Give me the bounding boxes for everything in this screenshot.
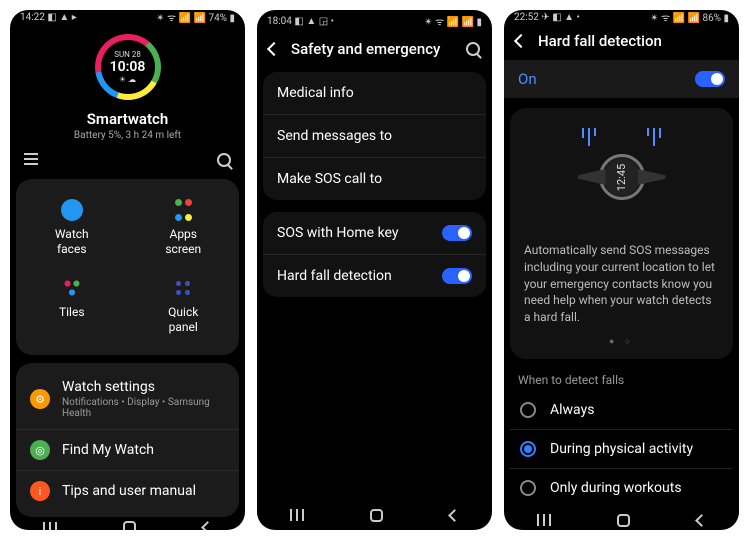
nav-recents[interactable]	[290, 509, 304, 521]
tile-watch-faces[interactable]: Watch faces	[16, 189, 128, 267]
tile-label: Quick panel	[168, 305, 198, 335]
nav-recents[interactable]	[537, 514, 551, 526]
screen-hard-fall-detection: 22:52 ✈ ◧ ▲ • ✴ ᯤ 📶 📶 86% ▮ Hard fall de…	[504, 10, 739, 530]
on-label: On	[518, 70, 695, 88]
toggle-sos-home-key[interactable]	[442, 225, 472, 241]
item-title: Tips and user manual	[62, 483, 225, 499]
toolbar	[10, 147, 245, 175]
nav-bar	[504, 511, 739, 530]
item-tips-manual[interactable]: i Tips and user manual	[16, 471, 239, 511]
radio-label: Always	[550, 402, 594, 418]
watchface-time: 10:08	[110, 59, 146, 75]
back-icon[interactable]	[514, 34, 528, 48]
nav-back[interactable]	[448, 509, 461, 522]
row-label: Make SOS call to	[277, 171, 472, 187]
nav-back[interactable]	[201, 521, 214, 530]
search-icon[interactable]	[466, 42, 480, 56]
page-title: Safety and emergency	[291, 40, 454, 58]
description-card: 12:45 Automatically send SOS messages in…	[510, 108, 733, 359]
tile-label: Apps screen	[165, 227, 201, 257]
radio-label: Only during workouts	[550, 480, 682, 496]
tile-quick-panel[interactable]: Quick panel	[128, 267, 240, 345]
device-name: Smartwatch	[87, 110, 168, 128]
status-time: 22:52 ✈ ◧ ▲ •	[514, 12, 580, 23]
status-right: ✴ ᯤ 📶 📶 ▮	[424, 14, 482, 28]
item-subtitle: Notifications • Display • Samsung Health	[62, 397, 225, 419]
tile-apps-screen[interactable]: Apps screen	[128, 189, 240, 267]
radio-always[interactable]: Always	[510, 391, 733, 430]
radio-icon	[520, 480, 536, 496]
radio-only-workouts[interactable]: Only during workouts	[510, 469, 733, 507]
status-right: ✴ ᯤ 📶 📶 74% ▮	[156, 10, 235, 24]
page-title: Hard fall detection	[538, 32, 727, 50]
row-label: Hard fall detection	[277, 268, 442, 284]
toggle-master[interactable]	[695, 71, 725, 87]
screen-wearable-home: 14:22 ◧ ▲ ▸ ✴ ᯤ 📶 📶 74% ▮ SUN 28 10:08 ☀…	[10, 10, 245, 530]
row-medical-info[interactable]: Medical info	[263, 72, 486, 115]
item-title: Watch settings	[62, 379, 225, 395]
tile-label: Watch faces	[55, 227, 89, 257]
watchface-preview[interactable]: SUN 28 10:08 ☀ ☁	[95, 34, 161, 100]
watch-icon: 12:45	[599, 154, 645, 200]
apps-icon	[172, 199, 194, 221]
location-icon: ◎	[30, 440, 50, 460]
description-text: Automatically send SOS messages includin…	[524, 242, 719, 326]
screen-safety-emergency: 18:04 ◧ ▲ ◲ • ✴ ᯤ 📶 📶 ▮ Safety and emerg…	[257, 10, 492, 530]
nav-recents[interactable]	[43, 522, 57, 531]
back-icon[interactable]	[267, 42, 281, 56]
master-toggle-row[interactable]: On	[504, 60, 739, 98]
status-time: 18:04 ◧ ▲ ◲ •	[267, 16, 334, 27]
watch-face-icon	[61, 199, 83, 221]
row-make-sos-call-to[interactable]: Make SOS call to	[263, 158, 486, 200]
page-header: Safety and emergency	[257, 32, 492, 66]
gear-icon: ⚙	[30, 389, 50, 409]
search-icon[interactable]	[217, 153, 231, 167]
section-subhead: When to detect falls	[504, 363, 739, 391]
illus-watch-time: 12:45	[615, 163, 628, 190]
info-icon: i	[30, 481, 50, 501]
page-header: Hard fall detection	[504, 24, 739, 58]
item-title: Find My Watch	[62, 442, 225, 458]
row-label: Medical info	[277, 85, 472, 101]
menu-icon[interactable]	[24, 153, 38, 167]
tile-tiles[interactable]: Tiles	[16, 267, 128, 345]
radio-icon	[520, 402, 536, 418]
nav-bar	[257, 500, 492, 530]
quick-tiles-card: Watch faces Apps screen Tiles Quick pane…	[16, 179, 239, 355]
tiles-icon	[61, 277, 83, 299]
row-sos-home-key[interactable]: SOS with Home key	[263, 212, 486, 255]
row-send-messages-to[interactable]: Send messages to	[263, 115, 486, 158]
row-label: Send messages to	[277, 128, 472, 144]
status-bar: 18:04 ◧ ▲ ◲ • ✴ ᯤ 📶 📶 ▮	[257, 10, 492, 32]
nav-home[interactable]	[617, 514, 630, 527]
status-bar: 14:22 ◧ ▲ ▸ ✴ ᯤ 📶 📶 74% ▮	[10, 10, 245, 24]
watchface-sub: ☀ ☁	[119, 75, 136, 84]
radio-label: During physical activity	[550, 441, 693, 457]
item-watch-settings[interactable]: ⚙ Watch settings Notifications • Display…	[16, 369, 239, 430]
tile-label: Tiles	[59, 305, 85, 320]
row-hard-fall-detection[interactable]: Hard fall detection	[263, 255, 486, 297]
item-find-my-watch[interactable]: ◎ Find My Watch	[16, 430, 239, 471]
radio-group-when: Always During physical activity Only dur…	[504, 391, 739, 511]
device-header: SUN 28 10:08 ☀ ☁ Smartwatch Battery 5%, …	[10, 24, 245, 147]
battery-status: Battery 5%, 3 h 24 m left	[74, 130, 181, 141]
radio-icon	[520, 441, 536, 457]
status-bar: 22:52 ✈ ◧ ▲ • ✴ ᯤ 📶 📶 86% ▮	[504, 10, 739, 24]
radio-during-activity[interactable]: During physical activity	[510, 430, 733, 469]
status-time: 14:22 ◧ ▲ ▸	[20, 12, 77, 23]
page-dots: ● ○	[524, 336, 719, 347]
nav-bar	[10, 521, 245, 530]
settings-list-card: ⚙ Watch settings Notifications • Display…	[16, 363, 239, 517]
nav-back[interactable]	[695, 514, 708, 527]
row-label: SOS with Home key	[277, 225, 442, 241]
nav-home[interactable]	[370, 509, 383, 522]
watchface-day: SUN 28	[114, 50, 141, 59]
watch-illustration: 12:45	[524, 122, 719, 232]
status-right: ✴ ᯤ 📶 📶 86% ▮	[650, 10, 729, 24]
quick-panel-icon	[172, 277, 194, 299]
group-toggles: SOS with Home key Hard fall detection	[263, 212, 486, 297]
toggle-hard-fall[interactable]	[442, 268, 472, 284]
nav-home[interactable]	[123, 521, 136, 530]
group-contacts: Medical info Send messages to Make SOS c…	[263, 72, 486, 200]
